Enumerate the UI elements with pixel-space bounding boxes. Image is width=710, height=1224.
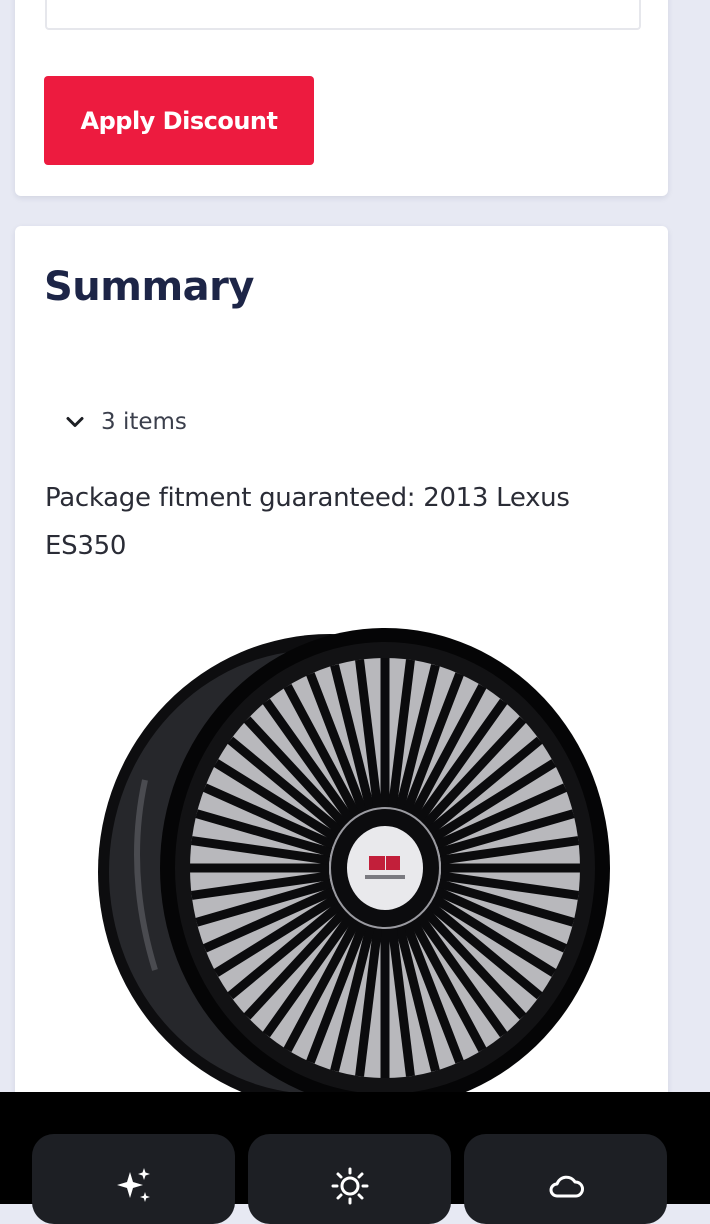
cloud-button[interactable] — [464, 1134, 667, 1224]
cloud-icon — [549, 1175, 584, 1198]
sparkles-button[interactable] — [32, 1134, 235, 1224]
discount-card: Apply Discount — [15, 0, 668, 196]
checkout-page: Apply Discount Summary 3 items Package f… — [0, 0, 710, 1092]
summary-card: Summary 3 items Package fitment guarante… — [15, 226, 668, 1092]
items-toggle[interactable]: 3 items — [63, 404, 187, 440]
brightness-icon — [331, 1167, 368, 1205]
sparkles-icon — [116, 1168, 150, 1202]
bottom-quick-actions — [0, 1092, 710, 1224]
wheel-product-image — [98, 628, 610, 1092]
discount-code-input[interactable] — [45, 0, 641, 30]
fitment-guarantee-text: Package fitment guaranteed: 2013 Lexus E… — [45, 483, 570, 561]
chevron-down-icon — [66, 417, 84, 427]
apply-discount-button[interactable]: Apply Discount — [44, 76, 314, 165]
summary-title: Summary — [44, 264, 254, 310]
items-count-label: 3 items — [101, 409, 187, 435]
brightness-button[interactable] — [248, 1134, 451, 1224]
